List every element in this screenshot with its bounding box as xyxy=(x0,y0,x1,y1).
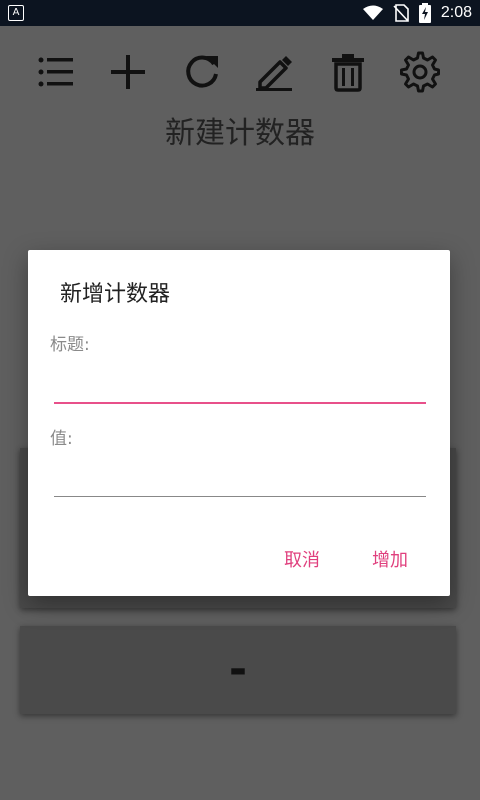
edit-button[interactable] xyxy=(252,50,296,94)
page-title: 新建计数器 xyxy=(165,116,315,151)
status-icons: 2:08 xyxy=(362,0,472,26)
list-button[interactable] xyxy=(34,50,78,94)
settings-icon xyxy=(400,51,440,93)
battery-charging-icon xyxy=(418,3,431,23)
wifi-icon xyxy=(362,5,383,20)
cancel-button[interactable]: 取消 xyxy=(284,546,320,572)
add-icon xyxy=(111,55,145,89)
new-counter-dialog: 新增计数器 标题: 值: 取消 增加 xyxy=(28,250,450,596)
settings-button[interactable] xyxy=(398,50,442,94)
value-field-label: 值: xyxy=(50,429,73,449)
status-bar: A 2:08 xyxy=(0,0,480,26)
value-input[interactable] xyxy=(54,460,426,497)
app-toolbar xyxy=(0,40,480,110)
delete-icon xyxy=(332,54,364,92)
app-notification-icon: A xyxy=(8,5,24,21)
add-button[interactable] xyxy=(106,50,150,94)
dialog-title: 新增计数器 xyxy=(60,282,171,307)
delete-button[interactable] xyxy=(326,50,370,94)
refresh-icon xyxy=(186,55,218,88)
refresh-button[interactable] xyxy=(180,50,224,94)
title-field-label: 标题: xyxy=(50,335,90,355)
counter-decrement-card[interactable]: - xyxy=(20,626,456,714)
list-icon xyxy=(38,57,73,87)
decrement-button[interactable]: - xyxy=(229,648,247,692)
add-button-confirm[interactable]: 增加 xyxy=(372,546,408,572)
edit-icon xyxy=(256,56,292,91)
title-input[interactable] xyxy=(54,366,426,404)
clock: 2:08 xyxy=(440,4,472,21)
no-sim-icon xyxy=(393,4,409,22)
